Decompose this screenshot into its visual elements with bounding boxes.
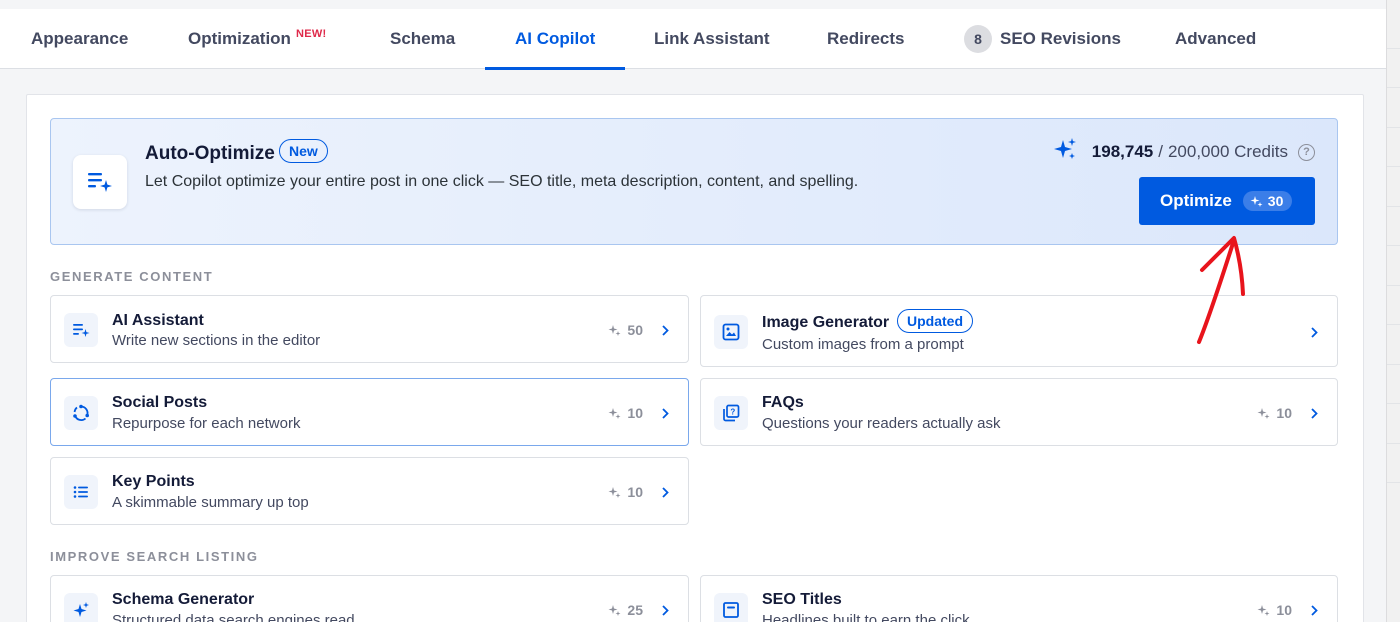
tab-ai-copilot[interactable]: AI Copilot [485, 9, 626, 70]
credit-cost: 10 [608, 484, 643, 500]
card-title: Key Points [112, 473, 195, 490]
image-icon [714, 315, 748, 349]
credit-cost-value: 10 [1276, 602, 1292, 618]
tab-schema[interactable]: Schema [390, 9, 455, 69]
credit-cost: 50 [608, 322, 643, 338]
tab-link-assistant[interactable]: Link Assistant [654, 9, 770, 69]
credits-meter: 198,745 / 200,000 Credits ? [1052, 137, 1315, 168]
tab-label: Appearance [31, 29, 129, 48]
credit-cost: 10 [608, 405, 643, 421]
annotation-arrow-icon [1197, 236, 1245, 344]
sparkles-icon [1052, 137, 1078, 168]
tab-redirects[interactable]: Redirects [827, 9, 904, 69]
tab-label: Redirects [827, 29, 905, 48]
credit-cost-value: 25 [627, 602, 643, 618]
share-cycle-icon [64, 396, 98, 430]
card-description: Headlines built to earn the click [762, 612, 970, 622]
credit-cost-value: 50 [627, 322, 643, 338]
tab-appearance[interactable]: Appearance [31, 9, 128, 69]
sparkle-icon [1250, 195, 1263, 207]
chevron-right-icon [660, 603, 670, 617]
card-title: FAQs [762, 394, 804, 411]
card-ai-assistant[interactable]: AI Assistant Write new sections in the e… [50, 295, 689, 363]
new-badge: New [279, 139, 328, 163]
card-description: Structured data search engines read [112, 612, 355, 622]
credits-used: 198,745 [1091, 142, 1154, 161]
card-title: Image Generator [762, 314, 890, 331]
card-faqs[interactable]: ? FAQs Questions your readers actually a… [700, 378, 1338, 446]
card-title: AI Assistant [112, 312, 204, 329]
auto-optimize-title: Auto-Optimize [145, 143, 275, 164]
credit-cost: 25 [608, 602, 643, 618]
updated-badge: Updated [897, 309, 973, 333]
credit-cost-value: 10 [1276, 405, 1292, 421]
tab-label: SEO Revisions [1000, 29, 1121, 48]
card-seo-titles[interactable]: SEO Titles Headlines built to earn the c… [700, 575, 1338, 622]
new-tag: NEW! [295, 28, 327, 40]
card-key-points[interactable]: Key Points A skimmable summary up top 10 [50, 457, 689, 525]
sparkle-icon [608, 604, 621, 616]
tab-label: Schema [390, 29, 456, 48]
tab-bar: Appearance Optimization NEW! Schema AI C… [0, 9, 1386, 70]
chevron-right-icon [660, 323, 670, 337]
tab-optimization[interactable]: Optimization NEW! [188, 9, 326, 69]
sparkle-icon [608, 486, 621, 498]
tab-label: AI Copilot [515, 29, 596, 48]
card-title: SEO Titles [762, 591, 842, 608]
credit-cost-value: 10 [627, 484, 643, 500]
revision-count-badge: 8 [964, 25, 992, 53]
active-tab-indicator [485, 67, 626, 70]
sparkle-icon [1257, 407, 1270, 419]
generate-content-heading: GENERATE CONTENT [50, 269, 214, 284]
credit-cost: 10 [1257, 405, 1292, 421]
tab-seo-revisions[interactable]: 8 SEO Revisions [964, 9, 1121, 69]
chevron-right-icon [1309, 603, 1319, 617]
question-cards-icon: ? [714, 396, 748, 430]
sparkle-icon [608, 407, 621, 419]
card-description: Questions your readers actually ask [762, 415, 1001, 432]
optimize-cost-value: 30 [1267, 193, 1284, 209]
credit-cost-value: 10 [627, 405, 643, 421]
auto-optimize-banner: Auto-Optimize New Let Copilot optimize y… [50, 118, 1338, 245]
credit-cost: 10 [1257, 602, 1292, 618]
tab-advanced[interactable]: Advanced [1175, 9, 1256, 69]
card-description: A skimmable summary up top [112, 494, 309, 511]
help-icon[interactable]: ? [1298, 143, 1315, 161]
card-title: Social Posts [112, 394, 208, 411]
list-sparkle-icon [64, 313, 98, 347]
right-edge-strip [1386, 0, 1400, 622]
tab-label: Optimization [188, 29, 291, 48]
card-description: Repurpose for each network [112, 415, 301, 432]
sparkles-icon [64, 593, 98, 622]
tab-label: Advanced [1175, 29, 1257, 48]
optimize-cost-badge: 30 [1242, 191, 1293, 211]
auto-optimize-description: Let Copilot optimize your entire post in… [145, 173, 859, 190]
chevron-right-icon [1309, 325, 1319, 339]
help-glyph: ? [1303, 146, 1310, 158]
sparkle-icon [1257, 604, 1270, 616]
sparkle-icon [608, 324, 621, 336]
svg-text:?: ? [730, 408, 735, 417]
chevron-right-icon [660, 485, 670, 499]
list-sparkle-icon [73, 155, 127, 209]
optimize-button[interactable]: Optimize 30 [1139, 177, 1315, 225]
card-description: Custom images from a prompt [762, 336, 964, 353]
optimize-button-label: Optimize [1160, 191, 1232, 210]
card-social-posts[interactable]: Social Posts Repurpose for each network … [50, 378, 689, 446]
credits-total: 200,000 Credits [1167, 142, 1288, 161]
card-schema-generator[interactable]: Schema Generator Structured data search … [50, 575, 689, 622]
chevron-right-icon [660, 406, 670, 420]
improve-search-heading: IMPROVE SEARCH LISTING [50, 549, 259, 564]
tab-label: Link Assistant [654, 29, 770, 48]
credits-separator: / [1158, 142, 1163, 161]
card-description: Write new sections in the editor [112, 332, 321, 349]
card-title: Schema Generator [112, 591, 255, 608]
chevron-right-icon [1309, 406, 1319, 420]
title-box-icon [714, 593, 748, 622]
bullet-list-icon [64, 475, 98, 509]
